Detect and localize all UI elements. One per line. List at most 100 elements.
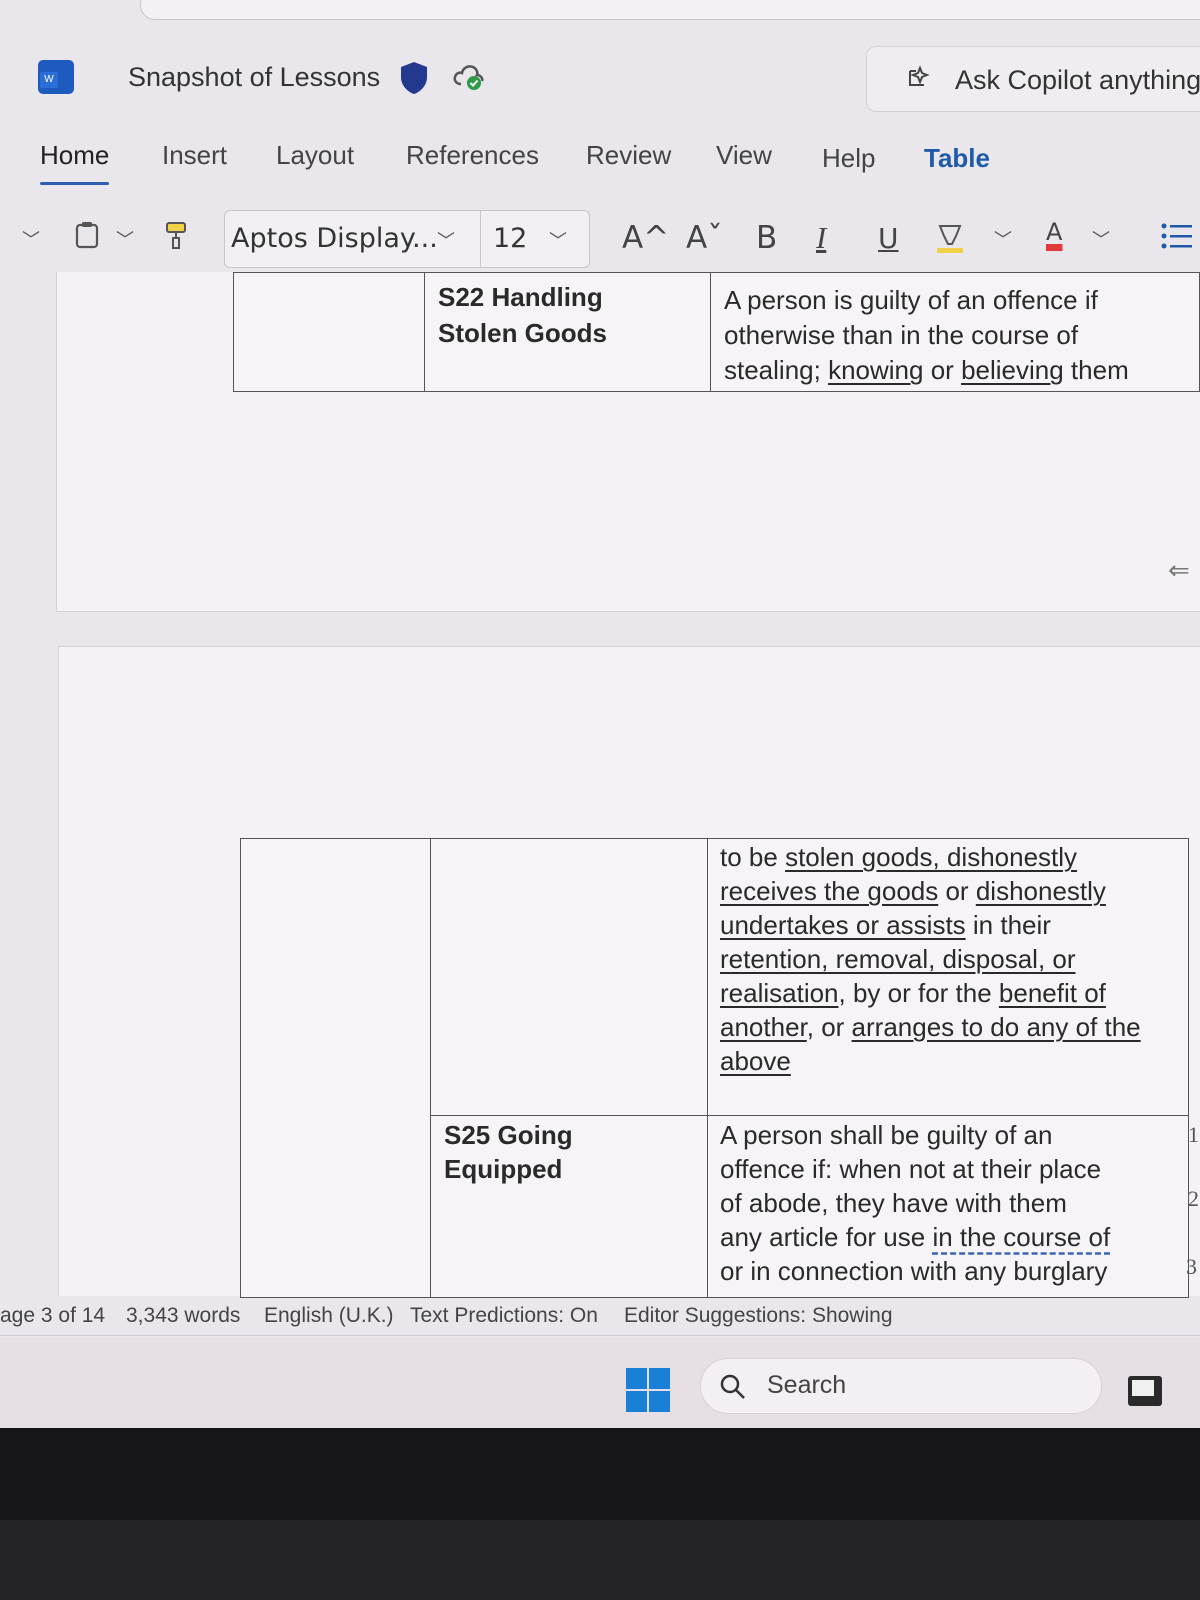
t2-l4-u: retention, removal, disposal, or xyxy=(720,944,1076,974)
table1-def-line-1: A person is guilty of an offence if xyxy=(724,285,1098,315)
status-words[interactable]: 3,343 words xyxy=(126,1304,240,1328)
t1-l3-knowing: knowing xyxy=(828,355,924,385)
table1-def-line-2: otherwise than in the course of xyxy=(724,320,1079,350)
t2-def-line-5: or in connection with any burglary xyxy=(720,1256,1108,1286)
browser-address-bar xyxy=(140,0,1200,20)
t2-cont-line-7: above xyxy=(720,1044,791,1078)
format-painter-icon[interactable] xyxy=(164,220,188,259)
t2-def-line-2: offence if: when not at their place xyxy=(720,1154,1102,1184)
collapse-chevron-icon[interactable]: ﹀ xyxy=(22,226,40,252)
copilot-search-box[interactable]: Ask Copilot anything xyxy=(866,46,1200,112)
cloud-sync-icon[interactable] xyxy=(452,60,486,96)
t2-cont-line-3: undertakes or assists in their xyxy=(720,908,1051,942)
italic-button[interactable]: I xyxy=(816,220,826,256)
t2-cont-line-6: another, or arranges to do any of the xyxy=(720,1010,1141,1044)
shrink-font-button[interactable]: Aˇ xyxy=(686,220,723,256)
ribbon-tabs: Home Insert Layout References Review Vie… xyxy=(0,140,1200,190)
screen: W Snapshot of Lessons Ask Copilot anythi… xyxy=(0,0,1200,1428)
table2-cell-empty[interactable] xyxy=(240,838,431,1298)
t2-l1-prefix: to be xyxy=(720,842,786,872)
underline-button[interactable]: U xyxy=(878,222,899,255)
document-title[interactable]: Snapshot of Lessons xyxy=(128,62,380,93)
t1-l3-prefix: stealing; xyxy=(724,355,829,385)
start-tile-4 xyxy=(649,1391,670,1412)
clipboard-icon[interactable] xyxy=(74,220,102,257)
t2-def-line-3: of abode, they have with them xyxy=(720,1188,1067,1218)
margin-number-3: 3 xyxy=(1186,1254,1197,1279)
size-chevron-icon: ﹀ xyxy=(549,231,567,252)
t1-l3-believing: believing xyxy=(961,355,1064,385)
bold-button[interactable]: B xyxy=(756,220,777,256)
highlighter-icon[interactable] xyxy=(934,222,966,263)
t2-cont-line-1: to be stolen goods, dishonestly xyxy=(720,840,1077,874)
t2-l5-mid: , by or for the xyxy=(838,978,999,1008)
table1-cell-empty[interactable] xyxy=(233,272,425,392)
start-tile-1 xyxy=(626,1368,647,1389)
tab-table[interactable]: Table xyxy=(924,143,990,174)
font-size-dropdown[interactable]: 12 ﹀ xyxy=(480,210,590,268)
t2-l6-mid: , or xyxy=(806,1012,852,1042)
laptop-keyboard-edge xyxy=(0,1520,1200,1600)
windows-start-icon[interactable] xyxy=(626,1368,670,1412)
font-color-icon[interactable]: A xyxy=(1046,218,1062,246)
ribbon-toolbar: ﹀ ﹀ Aptos Display... ﹀ 12 ﹀ A^ Aˇ B I U … xyxy=(0,206,1200,276)
t2-l6-u: another xyxy=(720,1012,807,1042)
t2-l7-u: above xyxy=(720,1046,791,1076)
arrow-left-icon[interactable]: ⇐ xyxy=(1168,556,1190,586)
t2-def-line-4: any article for use in the course of xyxy=(720,1220,1110,1254)
tab-help[interactable]: Help xyxy=(822,143,875,174)
start-tile-2 xyxy=(649,1368,670,1389)
status-editor[interactable]: Editor Suggestions: Showing xyxy=(624,1304,893,1328)
t2-l5-u2: benefit of xyxy=(998,978,1106,1008)
margin-number-2: 2 xyxy=(1188,1186,1199,1211)
tv-app-icon[interactable] xyxy=(1128,1376,1162,1406)
tab-insert[interactable]: Insert xyxy=(162,140,227,171)
font-chevron-icon: ﹀ xyxy=(437,231,455,252)
table1-offence-line-1: S22 Handling xyxy=(438,282,603,312)
status-language[interactable]: English (U.K.) xyxy=(264,1304,394,1328)
search-icon xyxy=(719,1373,747,1408)
t2-def-line-1: A person shall be guilty of an xyxy=(720,1120,1053,1150)
tab-references[interactable]: References xyxy=(406,140,539,171)
shield-icon[interactable] xyxy=(398,60,430,100)
t2-l2-u1: receives the goods xyxy=(720,876,939,906)
status-bar: age 3 of 14 3,343 words English (U.K.) T… xyxy=(0,1300,1200,1336)
highlight-chevron-icon[interactable]: ﹀ xyxy=(994,226,1012,252)
taskbar-search-box[interactable]: Search xyxy=(700,1358,1102,1414)
margin-number-1: 1 xyxy=(1188,1122,1199,1147)
t2-cont-line-2: receives the goods or dishonestly xyxy=(720,874,1106,908)
t2-l3-u: undertakes or assists xyxy=(720,910,966,940)
font-size-value: 12 xyxy=(493,223,528,254)
table1-def-line-3: stealing; knowing or believing them xyxy=(724,353,1129,387)
t2-l3-suffix: in their xyxy=(965,910,1051,940)
t2-d4-prefix: any article for use xyxy=(720,1222,933,1252)
copilot-placeholder: Ask Copilot anything xyxy=(955,65,1200,95)
clipboard-chevron-icon[interactable]: ﹀ xyxy=(116,226,134,252)
copilot-icon xyxy=(903,65,933,99)
status-predictions[interactable]: Text Predictions: On xyxy=(410,1304,598,1328)
table2-offence-line-2: Equipped xyxy=(444,1154,563,1184)
t2-l5-u: realisation xyxy=(720,978,839,1008)
taskbar: Search xyxy=(0,1338,1200,1428)
table2-offence-line-1: S25 Going xyxy=(444,1120,573,1150)
tab-home[interactable]: Home xyxy=(40,140,110,185)
table2-cell-blank[interactable] xyxy=(430,838,708,1116)
grow-font-button[interactable]: A^ xyxy=(622,220,669,256)
t1-l3-suffix: them xyxy=(1063,355,1129,385)
tab-review[interactable]: Review xyxy=(586,140,671,171)
start-tile-3 xyxy=(626,1391,647,1412)
list-icon[interactable] xyxy=(1160,220,1194,259)
t2-l6-u2: arranges to do any of the xyxy=(851,1012,1141,1042)
word-logo-letter: W xyxy=(40,72,58,88)
t2-l2-mid: or xyxy=(938,876,976,906)
font-name-dropdown[interactable]: Aptos Display... ﹀ xyxy=(224,210,480,268)
t2-l1-u: stolen goods, dishonestly xyxy=(785,842,1078,872)
t2-l2-u2: dishonestly xyxy=(975,876,1106,906)
font-color-chevron-icon[interactable]: ﹀ xyxy=(1092,226,1110,252)
tab-view[interactable]: View xyxy=(716,140,772,171)
taskbar-search-label: Search xyxy=(767,1371,847,1399)
t2-d4-editor-suggestion[interactable]: in the course of xyxy=(932,1222,1110,1252)
word-logo-icon[interactable]: W xyxy=(38,60,74,94)
status-page[interactable]: age 3 of 14 xyxy=(0,1304,105,1328)
tab-layout[interactable]: Layout xyxy=(276,140,354,171)
